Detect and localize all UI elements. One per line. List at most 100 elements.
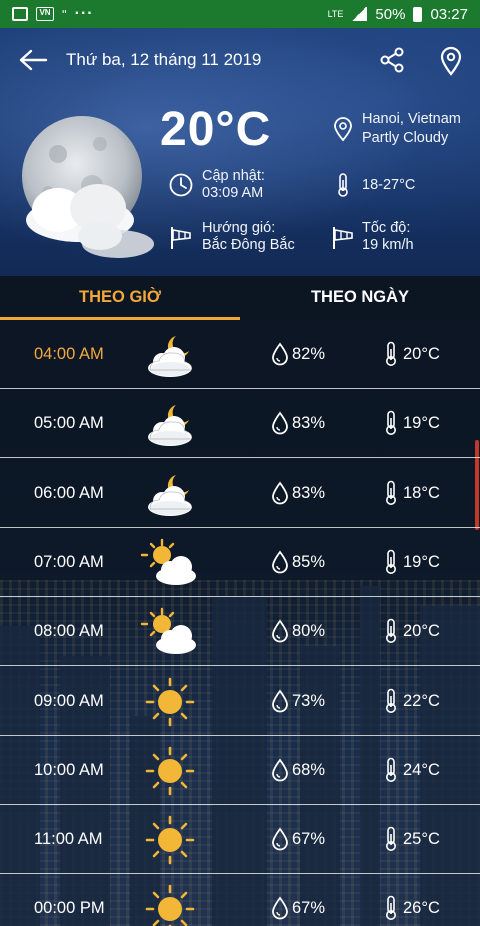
table-row[interactable]: 09:00 AM 73% 22°C: [0, 667, 480, 736]
humidity-drop-icon: [270, 758, 290, 782]
temperature-value: 20°C: [403, 622, 440, 641]
thermometer-icon: [384, 688, 398, 714]
humidity-value: 83%: [292, 483, 326, 502]
wind-direction-value: Bắc Đông Bắc: [202, 237, 295, 253]
humidity-value: 73%: [292, 691, 326, 710]
humidity-value: 68%: [292, 760, 326, 779]
more-dots-icon: ···: [74, 5, 94, 22]
hour-label: 00:00 PM: [34, 899, 105, 918]
clock: 03:27: [430, 5, 468, 23]
network-type: LTE: [327, 8, 344, 19]
humidity-value: 85%: [292, 552, 326, 571]
wind-sock-icon: [171, 227, 191, 249]
temperature-value: 20°C: [403, 345, 440, 363]
wind-sock-icon: [333, 227, 353, 249]
sun-icon: [140, 815, 200, 865]
humidity-value: 80%: [292, 622, 326, 641]
humidity-drop-icon: [270, 827, 290, 851]
table-row[interactable]: 06:00 AM 83% 18°C: [0, 459, 480, 528]
temperature-value: 24°C: [403, 760, 440, 779]
updated-label: Cập nhật:: [202, 168, 265, 184]
back-arrow-icon[interactable]: [18, 48, 48, 72]
tab-hourly[interactable]: THEO GIỜ: [0, 276, 240, 320]
battery-percent: 50%: [375, 5, 406, 23]
hour-label: 11:00 AM: [34, 830, 103, 849]
table-row[interactable]: 05:00 AM 83% 19°C: [0, 389, 480, 459]
sun-cloud-icon: [140, 538, 200, 588]
sun-cloud-icon: [140, 607, 200, 657]
hour-label: 09:00 AM: [34, 691, 104, 710]
location-pin-icon[interactable]: [438, 46, 464, 76]
humidity-value: 67%: [292, 830, 326, 849]
temperature-value: 22°C: [403, 691, 440, 710]
wind-direction-label: Hướng gió:: [202, 220, 276, 236]
table-row[interactable]: 08:00 AM 80% 20°C: [0, 597, 480, 667]
humidity-drop-icon: [270, 689, 290, 713]
status-bar-right: LTE 50% 03:27: [328, 6, 468, 23]
weather-header: Thứ ba, 12 tháng 11 2019 20°C Hanoi, Vie…: [0, 28, 480, 276]
wind-speed-label: Tốc độ:: [362, 220, 411, 236]
thermometer-icon: [338, 173, 348, 197]
thermometer-icon: [384, 341, 398, 367]
temperature-value: 26°C: [403, 899, 440, 918]
hour-label: 04:00 AM: [34, 345, 104, 363]
moon-cloud-icon: [140, 469, 200, 519]
table-row[interactable]: 10:00 AM 68% 24°C: [0, 736, 480, 805]
share-icon[interactable]: [378, 46, 406, 74]
hour-label: 05:00 AM: [34, 414, 104, 433]
humidity-drop-icon: [270, 619, 290, 643]
moon-cloud-large-icon: [22, 116, 154, 258]
date-label: Thứ ba, 12 tháng 11 2019: [66, 50, 262, 69]
hour-label: 08:00 AM: [34, 622, 104, 641]
footprints-icon: ʺ: [62, 6, 67, 22]
humidity-drop-icon: [270, 342, 290, 366]
thermometer-icon: [384, 757, 398, 783]
thermometer-icon: [384, 826, 398, 852]
humidity-drop-icon: [270, 896, 290, 920]
humidity-drop-icon: [270, 411, 290, 435]
battery-icon: [413, 6, 423, 22]
forecast-tabs: THEO GIỜ THEO NGÀY: [0, 276, 480, 320]
temperature-value: 18°C: [403, 483, 440, 502]
temperature-value: 19°C: [403, 552, 440, 571]
sun-icon: [140, 746, 200, 796]
thermometer-icon: [384, 549, 398, 575]
signal-icon: [351, 7, 368, 21]
image-icon: [12, 7, 28, 21]
moon-cloud-icon: [140, 399, 200, 449]
current-temperature: 20°C: [160, 103, 272, 156]
humidity-value: 67%: [292, 899, 326, 918]
sun-icon: [140, 677, 200, 727]
vn-icon: VN: [36, 7, 54, 21]
updated-value: 03:09 AM: [202, 185, 264, 201]
wind-speed-value: 19 km/h: [362, 237, 414, 253]
table-row[interactable]: 00:00 PM 67% 26°C: [0, 874, 480, 926]
temperature-value: 19°C: [403, 414, 440, 433]
location-name: Hanoi, Vietnam: [362, 111, 461, 127]
thermometer-icon: [384, 895, 398, 921]
temperature-value: 25°C: [403, 830, 440, 849]
sun-icon: [140, 884, 200, 926]
status-bar: VN ʺ ··· LTE 50% 03:27: [0, 0, 480, 28]
table-row[interactable]: 04:00 AM 82% 20°C: [0, 320, 480, 389]
humidity-drop-icon: [270, 481, 290, 505]
condition-text: Partly Cloudy: [362, 130, 449, 146]
clock-icon: [169, 173, 193, 197]
humidity-value: 83%: [292, 414, 326, 433]
hour-label: 07:00 AM: [34, 552, 104, 571]
temp-range: 18-27°C: [362, 177, 416, 193]
thermometer-icon: [384, 410, 398, 436]
hour-label: 06:00 AM: [34, 483, 104, 502]
humidity-drop-icon: [270, 550, 290, 574]
moon-cloud-icon: [140, 330, 200, 380]
thermometer-icon: [384, 618, 398, 644]
status-bar-left: VN ʺ ···: [12, 5, 94, 23]
tab-daily[interactable]: THEO NGÀY: [240, 276, 480, 320]
table-row[interactable]: 11:00 AM 67% 25°C: [0, 805, 480, 875]
hourly-forecast-list[interactable]: 04:00 AM 82% 20°C 05:00 AM 83% 19°C 06:00 AM 83…: [0, 320, 480, 926]
table-row[interactable]: 07:00 AM 85% 19°C: [0, 528, 480, 597]
top-bar: Thứ ba, 12 tháng 11 2019: [0, 28, 480, 92]
hour-label: 10:00 AM: [34, 760, 104, 779]
thermometer-icon: [384, 480, 398, 506]
location-pin-icon: [334, 117, 352, 142]
